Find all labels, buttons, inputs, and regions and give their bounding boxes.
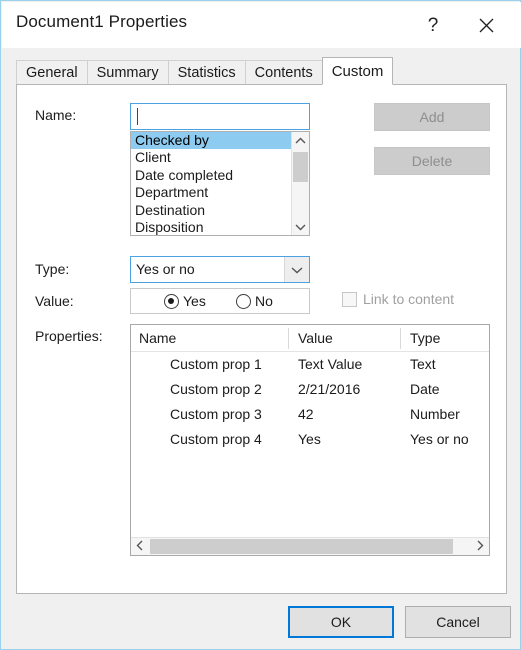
list-item[interactable]: Destination	[131, 202, 293, 219]
tab-label: Contents	[254, 65, 313, 81]
tab-label: Summary	[96, 65, 159, 81]
tab-general[interactable]: General	[16, 60, 88, 85]
tab-contents[interactable]: Contents	[244, 60, 323, 85]
tab-label: Statistics	[177, 65, 236, 81]
cell-value: 2/21/2016	[298, 381, 361, 397]
value-radio-group: Yes No	[130, 288, 310, 314]
list-item[interactable]: Checked by	[131, 132, 293, 150]
add-button[interactable]: Add	[374, 103, 490, 131]
cell-name: Custom prop 2	[170, 381, 262, 397]
name-listbox[interactable]: Checked by Client Date completed Departm…	[130, 131, 310, 236]
chevron-down-icon	[295, 218, 306, 236]
cell-type: Date	[410, 381, 440, 397]
properties-dialog-window: Document1 Properties ? General Summary S…	[0, 0, 521, 650]
scroll-right-button[interactable]	[471, 538, 489, 555]
value-label: Value:	[35, 293, 74, 309]
list-item[interactable]: Client	[131, 149, 293, 166]
column-header-value[interactable]: Value	[289, 325, 401, 351]
scroll-up-button[interactable]	[292, 132, 309, 149]
cancel-button[interactable]: Cancel	[405, 606, 511, 638]
ok-button[interactable]: OK	[288, 606, 394, 638]
cell-type: Yes or no	[410, 431, 469, 447]
cell-value: Text Value	[298, 356, 363, 372]
custom-tab-panel: Name: Checked by Client Date completed D…	[16, 84, 507, 594]
dropdown-arrow-button[interactable]	[284, 257, 309, 282]
title-bar: Document1 Properties ?	[2, 2, 521, 48]
text-cursor	[137, 108, 138, 125]
scroll-left-button[interactable]	[131, 538, 149, 555]
scroll-down-button[interactable]	[292, 218, 309, 235]
delete-button[interactable]: Delete	[374, 147, 490, 175]
list-item[interactable]: Disposition	[131, 219, 293, 235]
checkbox-unchecked-icon[interactable]	[342, 291, 357, 307]
properties-horizontal-scrollbar[interactable]	[131, 537, 489, 555]
tab-label: Custom	[331, 62, 384, 80]
name-list-vertical-scrollbar[interactable]	[291, 132, 309, 235]
table-row[interactable]: Custom prop 2 2/21/2016 Date	[131, 377, 489, 402]
radio-no[interactable]: No	[236, 293, 273, 309]
radio-label: No	[255, 293, 273, 309]
name-input[interactable]	[130, 103, 310, 130]
table-row[interactable]: Custom prop 4 Yes Yes or no	[131, 427, 489, 452]
scroll-thumb[interactable]	[293, 152, 308, 182]
close-x-icon	[479, 18, 494, 33]
close-button[interactable]	[463, 3, 509, 48]
cell-type: Number	[410, 406, 460, 422]
question-mark-icon: ?	[427, 15, 439, 36]
tab-label: General	[26, 65, 78, 81]
tab-custom[interactable]: Custom	[321, 57, 394, 85]
type-dropdown-value: Yes or no	[136, 261, 195, 277]
name-list: Checked by Client Date completed Departm…	[131, 132, 293, 235]
name-label: Name:	[35, 107, 77, 123]
cell-name: Custom prop 3	[170, 406, 262, 422]
column-header-label: Value	[298, 330, 333, 346]
type-dropdown[interactable]: Yes or no	[130, 256, 310, 283]
list-item[interactable]: Department	[131, 184, 293, 201]
chevron-right-icon	[476, 538, 484, 556]
radio-unselected-icon	[236, 293, 251, 309]
tab-statistics[interactable]: Statistics	[167, 60, 246, 85]
cell-type: Text	[410, 356, 436, 372]
link-to-content-label: Link to content	[363, 291, 455, 307]
help-button[interactable]: ?	[410, 3, 456, 48]
radio-yes[interactable]: Yes	[164, 293, 206, 309]
column-header-name[interactable]: Name	[131, 325, 289, 351]
column-header-type[interactable]: Type	[401, 325, 489, 351]
cell-name: Custom prop 1	[170, 356, 262, 372]
cell-name: Custom prop 4	[170, 431, 262, 447]
cell-value: 42	[298, 406, 314, 422]
chevron-up-icon	[295, 132, 306, 150]
type-label: Type:	[35, 261, 70, 277]
column-header-label: Name	[139, 330, 177, 346]
table-row[interactable]: Custom prop 1 Text Value Text	[131, 352, 489, 377]
list-item[interactable]: Date completed	[131, 167, 293, 184]
tab-strip: General Summary Statistics Contents Cust…	[16, 57, 507, 85]
properties-header-row: Name Value Type	[131, 325, 489, 352]
properties-list[interactable]: Name Value Type Custom prop 1 Text Value…	[130, 324, 490, 556]
properties-rows: Custom prop 1 Text Value Text Custom pro…	[131, 352, 489, 452]
chevron-left-icon	[136, 538, 144, 556]
column-header-label: Type	[410, 330, 441, 346]
dialog-footer: OK Cancel	[1, 606, 520, 650]
tab-summary[interactable]: Summary	[86, 60, 169, 85]
table-row[interactable]: Custom prop 3 42 Number	[131, 402, 489, 427]
link-to-content-checkbox-row[interactable]: Link to content	[342, 291, 454, 307]
scroll-thumb[interactable]	[150, 539, 453, 554]
chevron-down-icon	[291, 261, 303, 279]
properties-label: Properties:	[35, 328, 103, 344]
radio-label: Yes	[183, 293, 206, 309]
window-title: Document1 Properties	[16, 12, 188, 31]
radio-selected-icon	[164, 293, 179, 309]
cell-value: Yes	[298, 431, 321, 447]
